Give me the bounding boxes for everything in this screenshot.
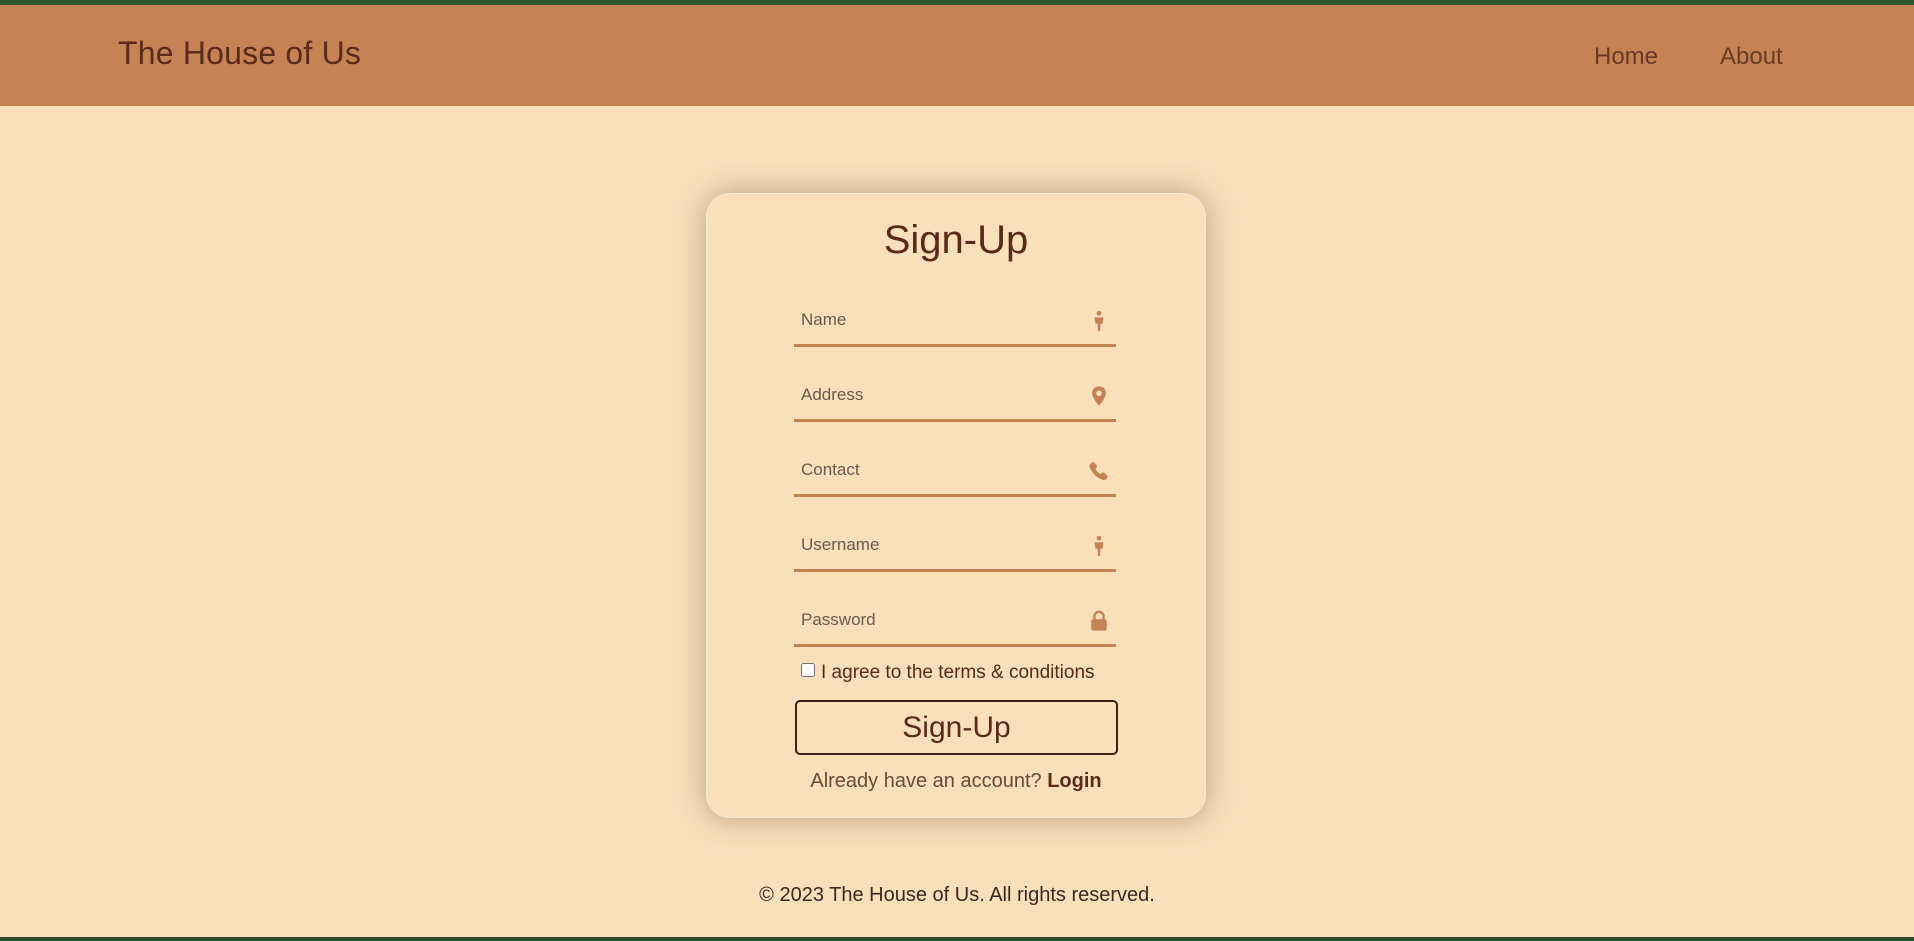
site-brand[interactable]: The House of Us	[118, 35, 361, 72]
person-icon	[1088, 535, 1110, 557]
contact-field	[794, 448, 1116, 497]
nav-about-link[interactable]: About	[1720, 43, 1783, 71]
contact-input[interactable]	[794, 448, 1081, 492]
site-header: The House of Us Home About	[0, 5, 1914, 106]
terms-checkbox[interactable]	[801, 663, 815, 677]
site-footer: © 2023 The House of Us. All rights reser…	[759, 884, 1155, 906]
login-prompt-text: Already have an account?	[810, 770, 1042, 792]
address-input[interactable]	[794, 373, 1081, 417]
password-field	[794, 598, 1116, 647]
location-pin-icon	[1088, 385, 1110, 407]
signup-button[interactable]: Sign-Up	[795, 700, 1118, 755]
login-link[interactable]: Login	[1047, 770, 1101, 792]
name-field	[794, 298, 1116, 347]
bottom-accent-stripe	[0, 937, 1914, 941]
username-input[interactable]	[794, 523, 1081, 567]
username-field	[794, 523, 1116, 572]
phone-icon	[1088, 460, 1110, 482]
name-input[interactable]	[794, 298, 1081, 342]
login-prompt: Already have an account? Login	[706, 770, 1206, 793]
person-icon	[1088, 310, 1110, 332]
address-field	[794, 373, 1116, 422]
terms-label: I agree to the terms & conditions	[821, 662, 1095, 683]
password-input[interactable]	[794, 598, 1081, 642]
nav-home-link[interactable]: Home	[1594, 43, 1658, 71]
lock-icon	[1088, 610, 1110, 632]
form-title: Sign-Up	[883, 218, 1029, 262]
terms-row: I agree to the terms & conditions	[799, 662, 1129, 684]
